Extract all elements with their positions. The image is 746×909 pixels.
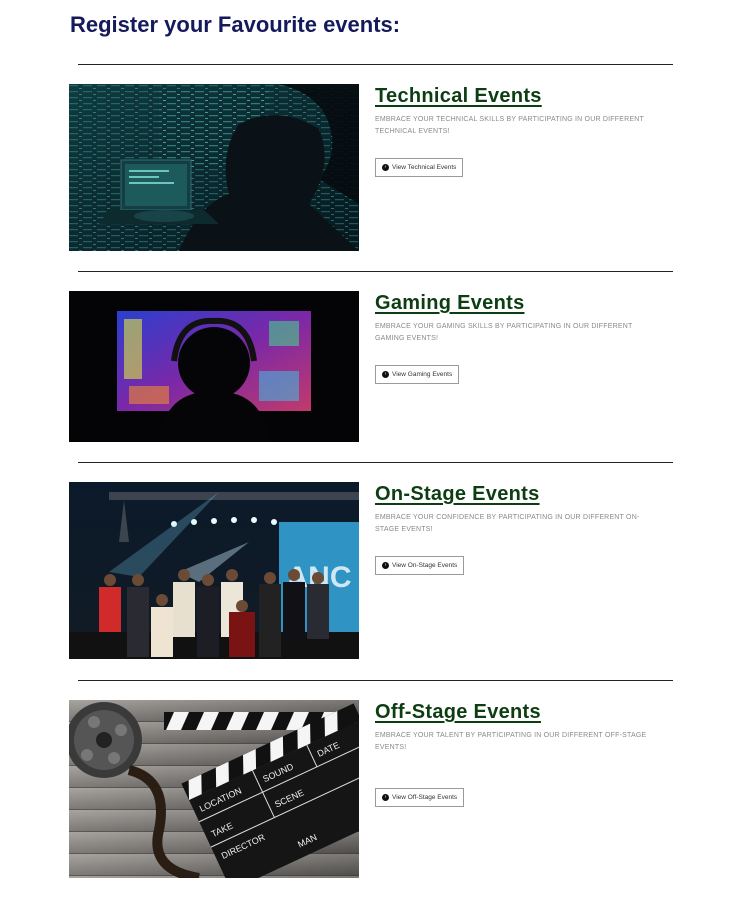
button-label: View Technical Events <box>392 164 457 171</box>
hacker-laptop-image <box>69 84 359 251</box>
event-description: EMBRACE YOUR TALENT BY PARTICIPATING IN … <box>375 732 647 751</box>
view-off-stage-events-button[interactable]: › View Off-Stage Events <box>375 788 465 807</box>
event-title-gaming[interactable]: Gaming Events <box>375 291 525 315</box>
gamer-monitor-image <box>69 291 359 442</box>
event-description: EMBRACE YOUR GAMING SKILLS BY PARTICIPAT… <box>375 323 633 342</box>
page-title: Register your Favourite events: <box>70 12 401 37</box>
event-description: EMBRACE YOUR TECHNICAL SKILLS BY PARTICI… <box>375 116 644 135</box>
view-gaming-events-button[interactable]: › View Gaming Events <box>375 365 460 384</box>
event-title-off-stage[interactable]: Off-Stage Events <box>375 700 541 724</box>
event-description: EMBRACE YOUR CONFIDENCE BY PARTICIPATING… <box>375 514 640 533</box>
section-divider <box>78 680 673 681</box>
chevron-right-icon: › <box>382 371 389 378</box>
chevron-right-icon: › <box>382 562 389 569</box>
film-clapperboard-image: LOCATION SOUND DATE TAKE SCENE DIRECTOR … <box>69 700 359 878</box>
event-title-technical[interactable]: Technical Events <box>375 84 542 108</box>
section-divider <box>78 271 673 272</box>
stage-performers-image: ANC <box>69 482 359 659</box>
button-label: View On-Stage Events <box>392 562 458 569</box>
view-technical-events-button[interactable]: › View Technical Events <box>375 158 464 177</box>
section-divider <box>78 462 673 463</box>
chevron-right-icon: › <box>382 794 389 801</box>
button-label: View Off-Stage Events <box>392 794 458 801</box>
chevron-right-icon: › <box>382 164 389 171</box>
view-on-stage-events-button[interactable]: › View On-Stage Events <box>375 556 465 575</box>
event-title-on-stage[interactable]: On-Stage Events <box>375 482 540 506</box>
section-divider <box>78 64 673 65</box>
button-label: View Gaming Events <box>392 371 453 378</box>
